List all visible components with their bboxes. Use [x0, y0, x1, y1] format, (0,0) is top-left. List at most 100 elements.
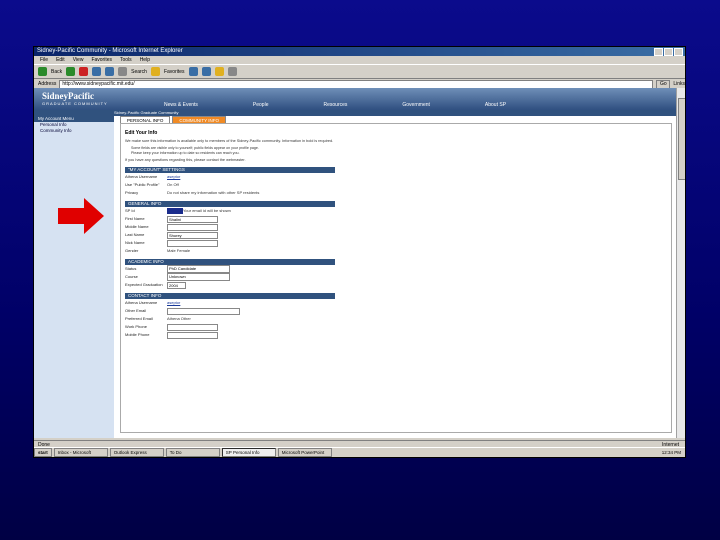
nav-about[interactable]: About SP [485, 102, 506, 108]
privacy-checkbox[interactable]: Do not share my information with other S… [167, 189, 259, 197]
nick-name-field[interactable] [167, 240, 218, 247]
bullet-list: Some fields are visible only to yourself… [125, 146, 667, 155]
main-panel: PERSONAL INFO COMMUNITY INFO Edit Your I… [120, 116, 672, 438]
taskbar-item[interactable]: Inbox - Microsoft [53, 448, 108, 457]
stop-icon[interactable] [79, 67, 89, 76]
favorites-icon[interactable] [150, 67, 160, 76]
field-label: Status [125, 266, 137, 271]
bullet-item: Please keep your information up to date … [131, 150, 240, 155]
media-icon[interactable] [188, 67, 198, 76]
taskbar: start Inbox - Microsoft Outlook Express … [34, 447, 685, 457]
menu-bar: File Edit View Favorites Tools Help [34, 56, 685, 64]
account-settings-section: "MY ACCOUNT" SETTINGS Athena Username ase… [125, 167, 335, 197]
mail-icon[interactable] [214, 67, 224, 76]
tab-personal-info[interactable]: PERSONAL INFO [120, 116, 171, 123]
public-profile-radio[interactable]: On Off [167, 181, 179, 189]
logo-tagline: GRADUATE COMMUNITY [42, 101, 108, 106]
page-content: SidneyPacific GRADUATE COMMUNITY News & … [34, 88, 677, 438]
middle-name-field[interactable] [167, 224, 218, 231]
field-label: Expected Graduation [125, 282, 163, 287]
menu-tools[interactable]: Tools [120, 56, 132, 64]
sidebar: My Account Menu Personal Info Community … [34, 116, 114, 438]
site-header: SidneyPacific GRADUATE COMMUNITY News & … [34, 88, 677, 110]
menu-file[interactable]: File [40, 56, 48, 64]
scroll-thumb[interactable] [678, 98, 685, 180]
general-info-section: GENERAL INFO SP Id Your email id will be … [125, 201, 335, 255]
search-icon[interactable] [118, 67, 128, 76]
nav-people[interactable]: People [253, 102, 269, 108]
nav-news[interactable]: News & Events [164, 102, 198, 108]
sp-id-note: Your email id will be shown [183, 208, 231, 213]
form-panel: Edit Your Info We make sure this informa… [120, 123, 672, 433]
refresh-icon[interactable] [92, 67, 102, 76]
field-label: Last Name [125, 232, 145, 237]
contact-note: If you have any questions regarding this… [125, 158, 246, 162]
taskbar-item[interactable]: Microsoft PowerPoint [277, 448, 332, 457]
field-label: Use "Public Profile" [125, 182, 160, 187]
intro-text: We make sure this information is availab… [125, 139, 334, 143]
contact-info-section: CONTACT INFO Athena Username aseptor Othe… [125, 293, 335, 339]
back-icon[interactable] [38, 67, 47, 76]
field-label: First Name [125, 216, 145, 221]
menu-favorites[interactable]: Favorites [91, 56, 112, 64]
field-label: Middle Name [125, 224, 149, 229]
taskbar-item[interactable]: Outlook Express [109, 448, 164, 457]
back-label[interactable]: Back [51, 69, 62, 75]
sp-id-value [167, 208, 183, 214]
field-label: Athena Username [125, 174, 158, 179]
nav-government[interactable]: Government [402, 102, 430, 108]
academic-info-section: ACADEMIC INFO Status PhD Candidate Course… [125, 259, 335, 289]
athena-email-link[interactable]: aseptor [167, 299, 180, 307]
preferred-email-radio[interactable]: Athena Other [167, 315, 191, 323]
field-label: Work Phone [125, 324, 147, 329]
red-arrow-icon [58, 198, 104, 234]
athena-username-link[interactable]: aseptor [167, 173, 180, 181]
links-label[interactable]: Links [673, 81, 685, 87]
start-button[interactable]: start [34, 448, 52, 457]
other-email-field[interactable] [167, 308, 240, 315]
menu-edit[interactable]: Edit [56, 56, 65, 64]
browser-window: Sidney-Pacific Community - Microsoft Int… [33, 46, 686, 458]
close-icon[interactable] [674, 48, 683, 56]
address-label: Address [38, 81, 57, 87]
favorites-label[interactable]: Favorites [164, 69, 185, 75]
graduation-year-field[interactable]: 2004 [167, 282, 186, 289]
logo-text: SidneyPacific [42, 91, 94, 101]
field-label: Privacy [125, 190, 139, 195]
minimize-icon[interactable] [654, 48, 663, 56]
field-label: SP Id [125, 208, 135, 213]
nav-resources[interactable]: Resources [323, 102, 347, 108]
mobile-phone-field[interactable] [167, 332, 218, 339]
gender-radio[interactable]: Male Female [167, 247, 190, 255]
field-label: Athena Username [125, 300, 158, 305]
sidebar-link-community[interactable]: Community Info [34, 128, 114, 134]
vertical-scrollbar[interactable] [676, 88, 685, 438]
title-bar: Sidney-Pacific Community - Microsoft Int… [34, 47, 685, 56]
site-logo[interactable]: SidneyPacific GRADUATE COMMUNITY [42, 91, 108, 106]
last-name-field[interactable]: Shurey [167, 232, 218, 239]
window-title: Sidney-Pacific Community - Microsoft Int… [37, 48, 183, 54]
course-select[interactable]: Unknown [167, 273, 230, 281]
taskbar-item[interactable]: To Do [165, 448, 220, 457]
tab-bar: PERSONAL INFO COMMUNITY INFO [120, 116, 672, 123]
menu-help[interactable]: Help [140, 56, 150, 64]
field-label: Gender [125, 248, 139, 253]
field-label: Other Email [125, 308, 147, 313]
toolbar: Back Search Favorites [34, 64, 685, 79]
taskbar-item[interactable]: SP Personal Info [221, 448, 276, 457]
search-label[interactable]: Search [131, 69, 147, 75]
taskbar-clock: 12:34 PM [661, 450, 681, 455]
forward-icon[interactable] [66, 67, 76, 76]
history-icon[interactable] [201, 67, 211, 76]
field-label: Course [125, 274, 138, 279]
tab-community-info[interactable]: COMMUNITY INFO [172, 116, 227, 123]
first-name-field[interactable]: Shalini [167, 216, 218, 223]
field-label: Nick Name [125, 240, 145, 245]
field-label: Preferred Email [125, 316, 153, 321]
work-phone-field[interactable] [167, 324, 218, 331]
home-icon[interactable] [105, 67, 115, 76]
menu-view[interactable]: View [73, 56, 84, 64]
status-select[interactable]: PhD Candidate [167, 265, 230, 273]
maximize-icon[interactable] [664, 48, 673, 56]
print-icon[interactable] [227, 67, 237, 76]
